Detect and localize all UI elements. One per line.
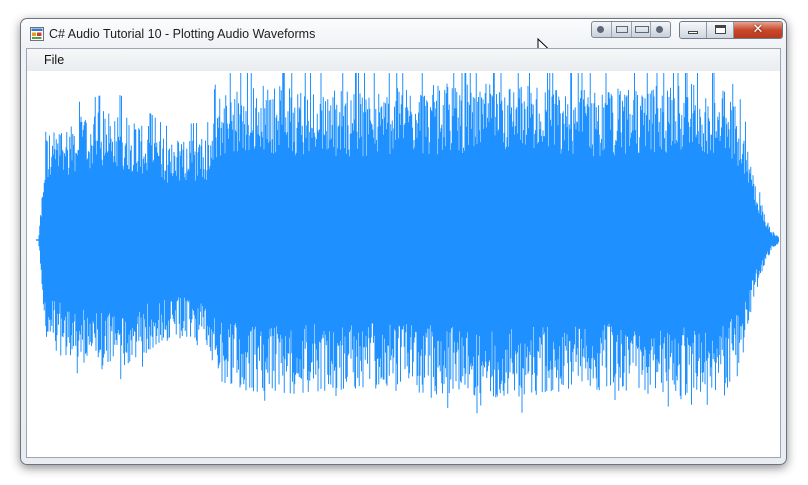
bar-icon[interactable]: [632, 22, 652, 37]
caption-buttons: ✕: [679, 21, 783, 39]
close-icon: ✕: [752, 22, 764, 37]
record-icon[interactable]: [592, 22, 612, 37]
close-button[interactable]: ✕: [734, 22, 782, 38]
waveform-trace: [38, 73, 779, 414]
record-icon[interactable]: [651, 22, 670, 37]
menu-bar: File: [27, 49, 780, 71]
form-app-icon: [30, 27, 44, 41]
form-client-area: File: [26, 48, 781, 458]
minimize-button[interactable]: [680, 22, 707, 38]
extra-title-buttons: [591, 21, 671, 38]
maximize-icon: [715, 25, 726, 34]
window-title: C# Audio Tutorial 10 - Plotting Audio Wa…: [49, 27, 316, 41]
minimize-icon: [688, 31, 698, 34]
waveform-plot: [36, 73, 779, 414]
maximize-button[interactable]: [707, 22, 734, 38]
menu-file[interactable]: File: [38, 49, 70, 71]
app-window: C# Audio Tutorial 10 - Plotting Audio Wa…: [20, 18, 787, 465]
pin-icon[interactable]: [612, 22, 632, 37]
title-bar[interactable]: C# Audio Tutorial 10 - Plotting Audio Wa…: [21, 19, 786, 58]
